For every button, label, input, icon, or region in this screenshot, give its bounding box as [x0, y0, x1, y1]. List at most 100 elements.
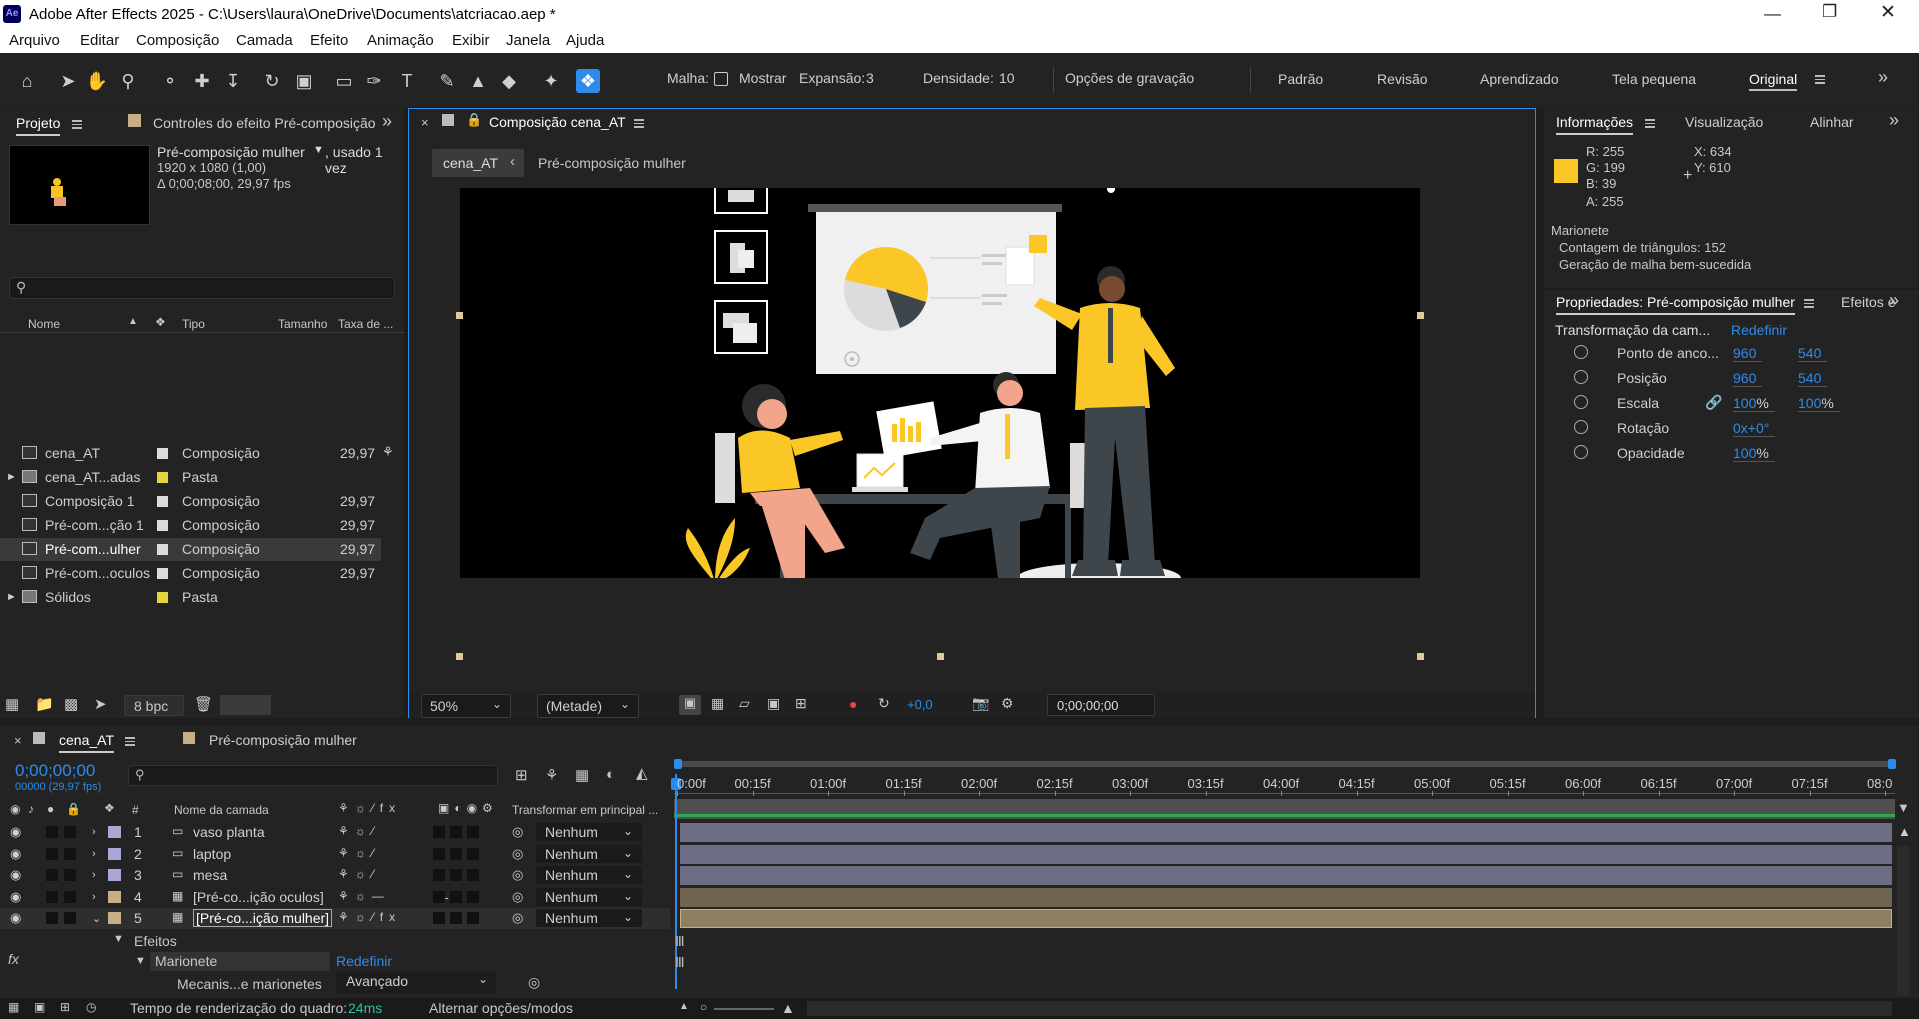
project-search-input[interactable]: ⚲ — [9, 277, 395, 299]
densidade-value[interactable]: 10 — [999, 70, 1015, 86]
label-color-swatch[interactable] — [108, 912, 121, 924]
layer-duration-bar[interactable] — [680, 909, 1892, 928]
workspace-original[interactable]: Original — [1749, 71, 1798, 91]
chevron-down-icon[interactable]: ⌄ — [92, 912, 101, 925]
layer-duration-bar[interactable] — [680, 866, 1892, 885]
workspace-revisao[interactable]: Revisão — [1377, 71, 1428, 87]
layer-name[interactable]: vaso planta — [193, 824, 265, 840]
exposure-value[interactable]: +0,0 — [907, 697, 933, 712]
property-value-2[interactable]: 100% — [1798, 395, 1840, 412]
chevron-right-icon[interactable]: › — [92, 848, 96, 860]
workspace-padrao[interactable]: Padrão — [1278, 71, 1323, 87]
color-channels-icon[interactable]: ● — [849, 696, 857, 712]
timeline-menu-icon[interactable] — [125, 737, 135, 746]
eraser-tool-icon[interactable]: ◆ — [497, 69, 521, 93]
parent-pickwhip-icon[interactable]: ◎ — [512, 889, 523, 905]
transform-reset-link[interactable]: Redefinir — [1731, 322, 1787, 338]
lock-box[interactable] — [64, 826, 76, 838]
bpc-button[interactable]: 8 bpc — [124, 695, 184, 716]
mode-box[interactable] — [433, 869, 445, 881]
resolution-select[interactable]: (Metade) ⌄ — [537, 694, 639, 718]
layer-switches[interactable]: ⚘☼⁄fx — [338, 910, 401, 924]
menu-camada[interactable]: Camada — [236, 32, 293, 49]
current-time-field[interactable]: 0;00;00;00 — [1047, 694, 1155, 716]
label-color-swatch[interactable] — [108, 847, 121, 860]
layer-duration-bar[interactable] — [680, 823, 1892, 842]
mode-box[interactable] — [433, 912, 445, 924]
chevron-right-icon[interactable]: ► — [6, 471, 17, 483]
layer-duration-bar[interactable] — [680, 887, 1892, 907]
modes-toggle-icon[interactable]: ▣ — [34, 1000, 45, 1014]
layer-row[interactable]: ◉ › 3 ▭ mesa ⚘☼⁄ ◎ Nenhum ⌄ — [0, 865, 670, 886]
close-tab-icon[interactable]: × — [421, 115, 429, 130]
new-composition-icon[interactable]: ▩ — [64, 695, 78, 713]
fx-icon[interactable]: fx — [8, 951, 19, 967]
expression-pickwhip-icon[interactable]: ◎ — [528, 974, 540, 991]
stopwatch-icon[interactable] — [1574, 395, 1588, 409]
tab-visualizacao[interactable]: Visualização — [1685, 114, 1763, 130]
menu-animacao[interactable]: Animação — [367, 32, 434, 49]
pan-tool-icon[interactable]: ✚ — [190, 69, 214, 93]
chevron-right-icon[interactable]: » — [382, 111, 392, 132]
label-tag-icon[interactable]: ❖ — [155, 315, 166, 329]
lock-icon[interactable]: 🔒 — [66, 802, 81, 816]
layer-name[interactable]: mesa — [193, 867, 227, 883]
col-nome[interactable]: Nome — [28, 317, 60, 331]
tab-propriedades[interactable]: Propriedades: Pré-composição mulher — [1556, 294, 1795, 315]
roto-brush-icon[interactable]: ✦ — [539, 69, 563, 93]
eye-icon[interactable]: ◉ — [10, 846, 21, 862]
stopwatch-icon[interactable] — [1574, 445, 1588, 459]
solo-box[interactable] — [46, 912, 58, 924]
workspace-tela-pequena[interactable]: Tela pequena — [1612, 71, 1696, 87]
stopwatch-icon[interactable] — [1574, 420, 1588, 434]
pen-tool-icon[interactable]: ✑ — [362, 69, 386, 93]
breadcrumb-next[interactable]: Pré-composição mulher — [538, 155, 686, 171]
mode-box[interactable] — [433, 847, 445, 860]
label-color-swatch[interactable] — [157, 568, 168, 579]
layer-row[interactable]: ◉ › 1 ▭ vaso planta ⚘☼⁄ ◎ Nenhum ⌄ — [0, 822, 670, 843]
recording-options-link[interactable]: Opções de gravação — [1065, 70, 1194, 86]
solo-toggle-icon[interactable]: ● — [47, 802, 54, 816]
handle-bottom-right[interactable] — [1417, 653, 1424, 660]
chevron-right-icon[interactable]: » — [1878, 67, 1888, 88]
menu-efeito[interactable]: Efeito — [310, 32, 348, 49]
brush-tool-icon[interactable]: ✎ — [435, 69, 459, 93]
comp-flowchart-icon[interactable]: ⊞ — [515, 766, 528, 784]
orbit-tool-icon[interactable]: ⚬ — [158, 69, 182, 93]
zoom-out-mountain-icon[interactable]: ▲ — [679, 1001, 689, 1012]
layer-switches[interactable]: ⚘☼⁄ — [338, 824, 380, 838]
chevron-right-icon[interactable]: » — [1889, 290, 1899, 311]
timeline-horizontal-scrollbar[interactable] — [807, 1001, 1892, 1016]
tab-informacoes[interactable]: Informações — [1556, 114, 1634, 135]
rotate-tool-icon[interactable]: ↻ — [260, 69, 284, 93]
property-value-2[interactable]: 540 — [1798, 370, 1828, 387]
shy-layers-icon[interactable]: ⚘ — [545, 766, 558, 784]
layer-switches[interactable]: ⚘☼— — [338, 889, 390, 903]
breadcrumb-active[interactable]: cena_AT ‹ — [432, 149, 524, 177]
composition-viewer[interactable] — [460, 188, 1420, 578]
layer-switches[interactable]: ⚘☼⁄ — [338, 846, 380, 860]
chevron-down-icon[interactable]: ▼ — [113, 933, 124, 945]
composition-menu-icon[interactable] — [634, 119, 644, 128]
malha-checkbox[interactable] — [714, 72, 728, 86]
chevron-right-icon[interactable]: › — [92, 891, 96, 903]
property-value-1[interactable]: 100% — [1733, 395, 1775, 412]
solo-box[interactable] — [46, 826, 58, 838]
col-taxa[interactable]: Taxa de ... — [338, 317, 393, 331]
col-tipo[interactable]: Tipo — [182, 317, 205, 331]
property-value-1[interactable]: 100% — [1733, 445, 1775, 462]
tab-projeto[interactable]: Projeto — [16, 115, 61, 136]
handle-bottom-left[interactable] — [456, 653, 463, 660]
video-toggle-icon[interactable]: ◉ — [10, 802, 20, 816]
handle-right[interactable] — [1417, 312, 1424, 319]
text-tool-icon[interactable]: T — [395, 69, 419, 93]
mode-box[interactable] — [433, 826, 445, 838]
mode-box[interactable] — [467, 847, 479, 860]
link-icon[interactable]: 🔗 — [1705, 394, 1722, 411]
close-icon[interactable]: ✕ — [1880, 1, 1896, 24]
project-menu-icon[interactable] — [72, 120, 82, 129]
interpret-footage-icon[interactable]: ▦ — [5, 695, 19, 713]
mode-box[interactable] — [467, 869, 479, 881]
parent-pickwhip-icon[interactable]: ◎ — [512, 824, 523, 840]
region-of-interest-icon[interactable]: ▣ — [767, 695, 780, 712]
